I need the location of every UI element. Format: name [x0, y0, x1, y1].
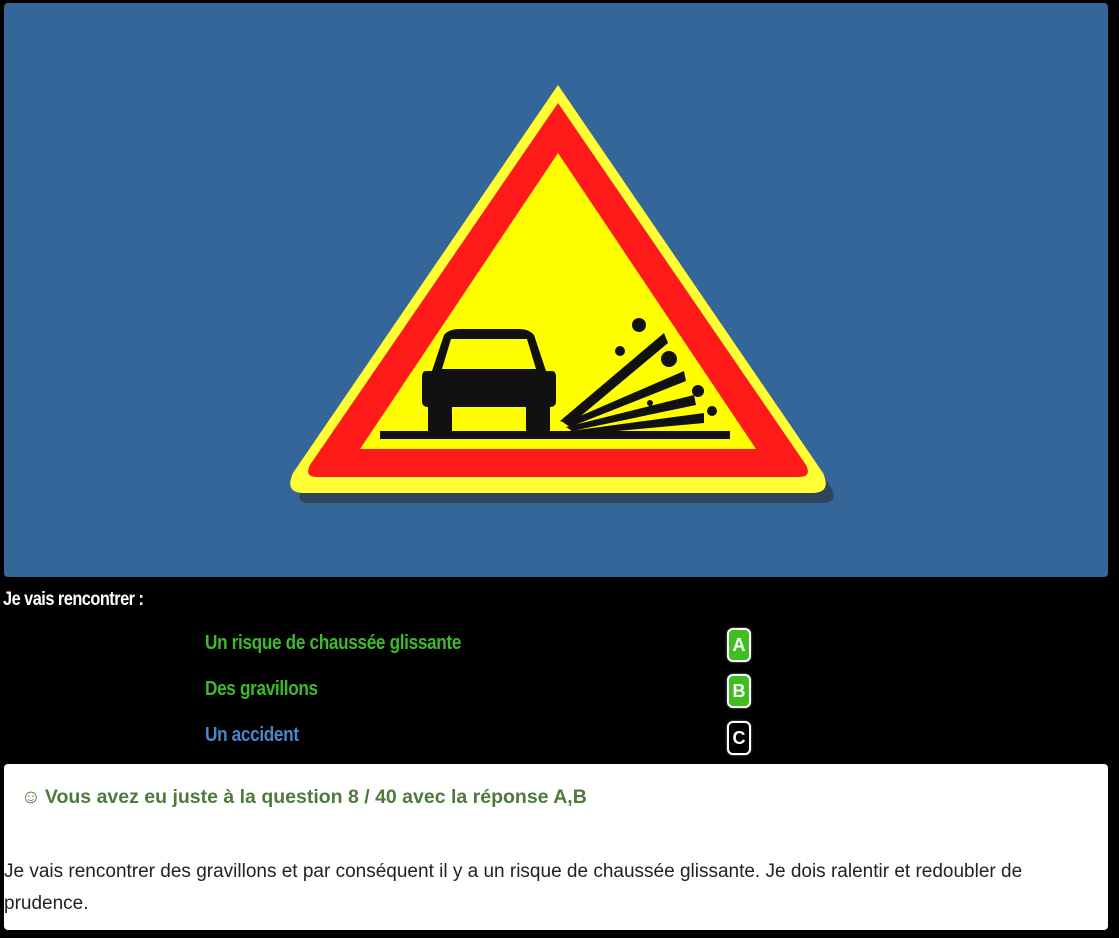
smiley-icon: ☺ — [21, 786, 41, 808]
question-text: Je vais rencontrer : — [3, 589, 144, 610]
road-sign-image — [4, 3, 1108, 577]
result-title-text: Vous avez eu juste à la question 8 / 40 … — [44, 786, 587, 808]
answer-c-label[interactable]: Un accident — [205, 724, 299, 747]
explanation-text: Je vais rencontrer des gravillons et par… — [4, 861, 1023, 914]
result-title: ☺ Vous avez eu juste à la question 8 / 40… — [21, 786, 587, 809]
answer-b-button[interactable]: B — [727, 674, 751, 708]
answer-b-label[interactable]: Des gravillons — [205, 678, 318, 701]
answer-a-button[interactable]: A — [727, 628, 751, 662]
answer-c-button[interactable]: C — [727, 721, 751, 755]
result-panel: ☺ Vous avez eu juste à la question 8 / 40… — [4, 764, 1108, 930]
warning-gravel-road-sign-icon — [290, 85, 834, 503]
quiz-page: Je vais rencontrer : Un risque de chauss… — [0, 0, 1119, 938]
answer-a-label[interactable]: Un risque de chaussée glissante — [205, 632, 461, 655]
